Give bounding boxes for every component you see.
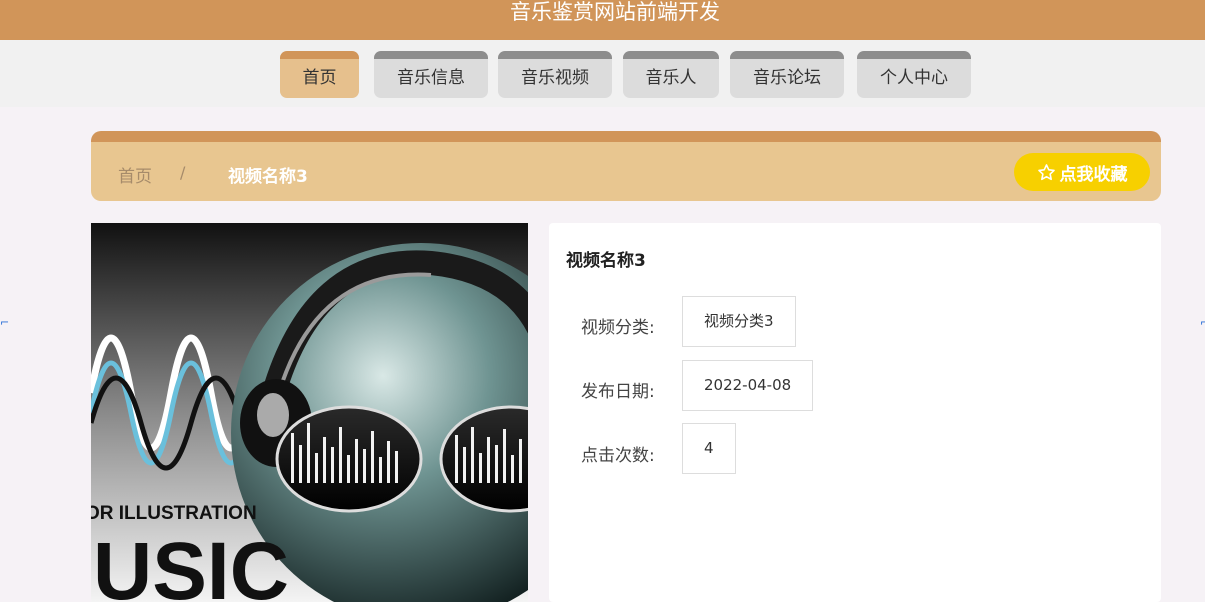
category-label: 视频分类: bbox=[581, 318, 655, 338]
video-cover-image: OR ILLUSTRATION USIC bbox=[91, 223, 528, 602]
publish-date-value: 2022-04-08 bbox=[682, 360, 814, 411]
category-value: 视频分类3 bbox=[682, 296, 796, 347]
left-edge-mark: ⌐ bbox=[0, 316, 10, 329]
tab-music-info[interactable]: 音乐信息 bbox=[374, 51, 488, 98]
breadcrumb: 首页 / 视频名称3 点我收藏 bbox=[91, 131, 1161, 201]
site-title: 音乐鉴赏网站前端开发 bbox=[510, 0, 720, 24]
publish-date-label: 发布日期: bbox=[581, 382, 655, 402]
music-cover-illustration: OR ILLUSTRATION USIC bbox=[91, 243, 528, 602]
tab-home[interactable]: 首页 bbox=[280, 51, 359, 98]
tab-musicians[interactable]: 音乐人 bbox=[623, 51, 719, 98]
video-detail-panel: 视频名称3 视频分类: 视频分类3 发布日期: 2022-04-08 点击次数:… bbox=[549, 223, 1161, 602]
cover-text-line1: OR ILLUSTRATION bbox=[91, 503, 257, 524]
tab-music-forum[interactable]: 音乐论坛 bbox=[730, 51, 844, 98]
tab-music-video[interactable]: 音乐视频 bbox=[498, 51, 612, 98]
click-count-label: 点击次数: bbox=[581, 446, 655, 466]
breadcrumb-current: 视频名称3 bbox=[228, 167, 308, 187]
tab-personal-center[interactable]: 个人中心 bbox=[857, 51, 971, 98]
star-outline-icon bbox=[1037, 163, 1055, 180]
favorite-button[interactable]: 点我收藏 bbox=[1014, 153, 1150, 191]
main-nav: 首页 音乐信息 音乐视频 音乐人 音乐论坛 个人中心 bbox=[0, 40, 1205, 107]
video-title: 视频名称3 bbox=[566, 251, 646, 271]
breadcrumb-home-link[interactable]: 首页 bbox=[118, 162, 152, 187]
favorite-label: 点我收藏 bbox=[1059, 164, 1128, 185]
breadcrumb-separator: / bbox=[180, 163, 186, 182]
cover-text-line2: USIC bbox=[93, 526, 289, 602]
right-edge-mark: ⌐ bbox=[1200, 316, 1205, 329]
top-bar: 音乐鉴赏网站前端开发 bbox=[0, 0, 1205, 40]
click-count-value: 4 bbox=[682, 423, 736, 474]
